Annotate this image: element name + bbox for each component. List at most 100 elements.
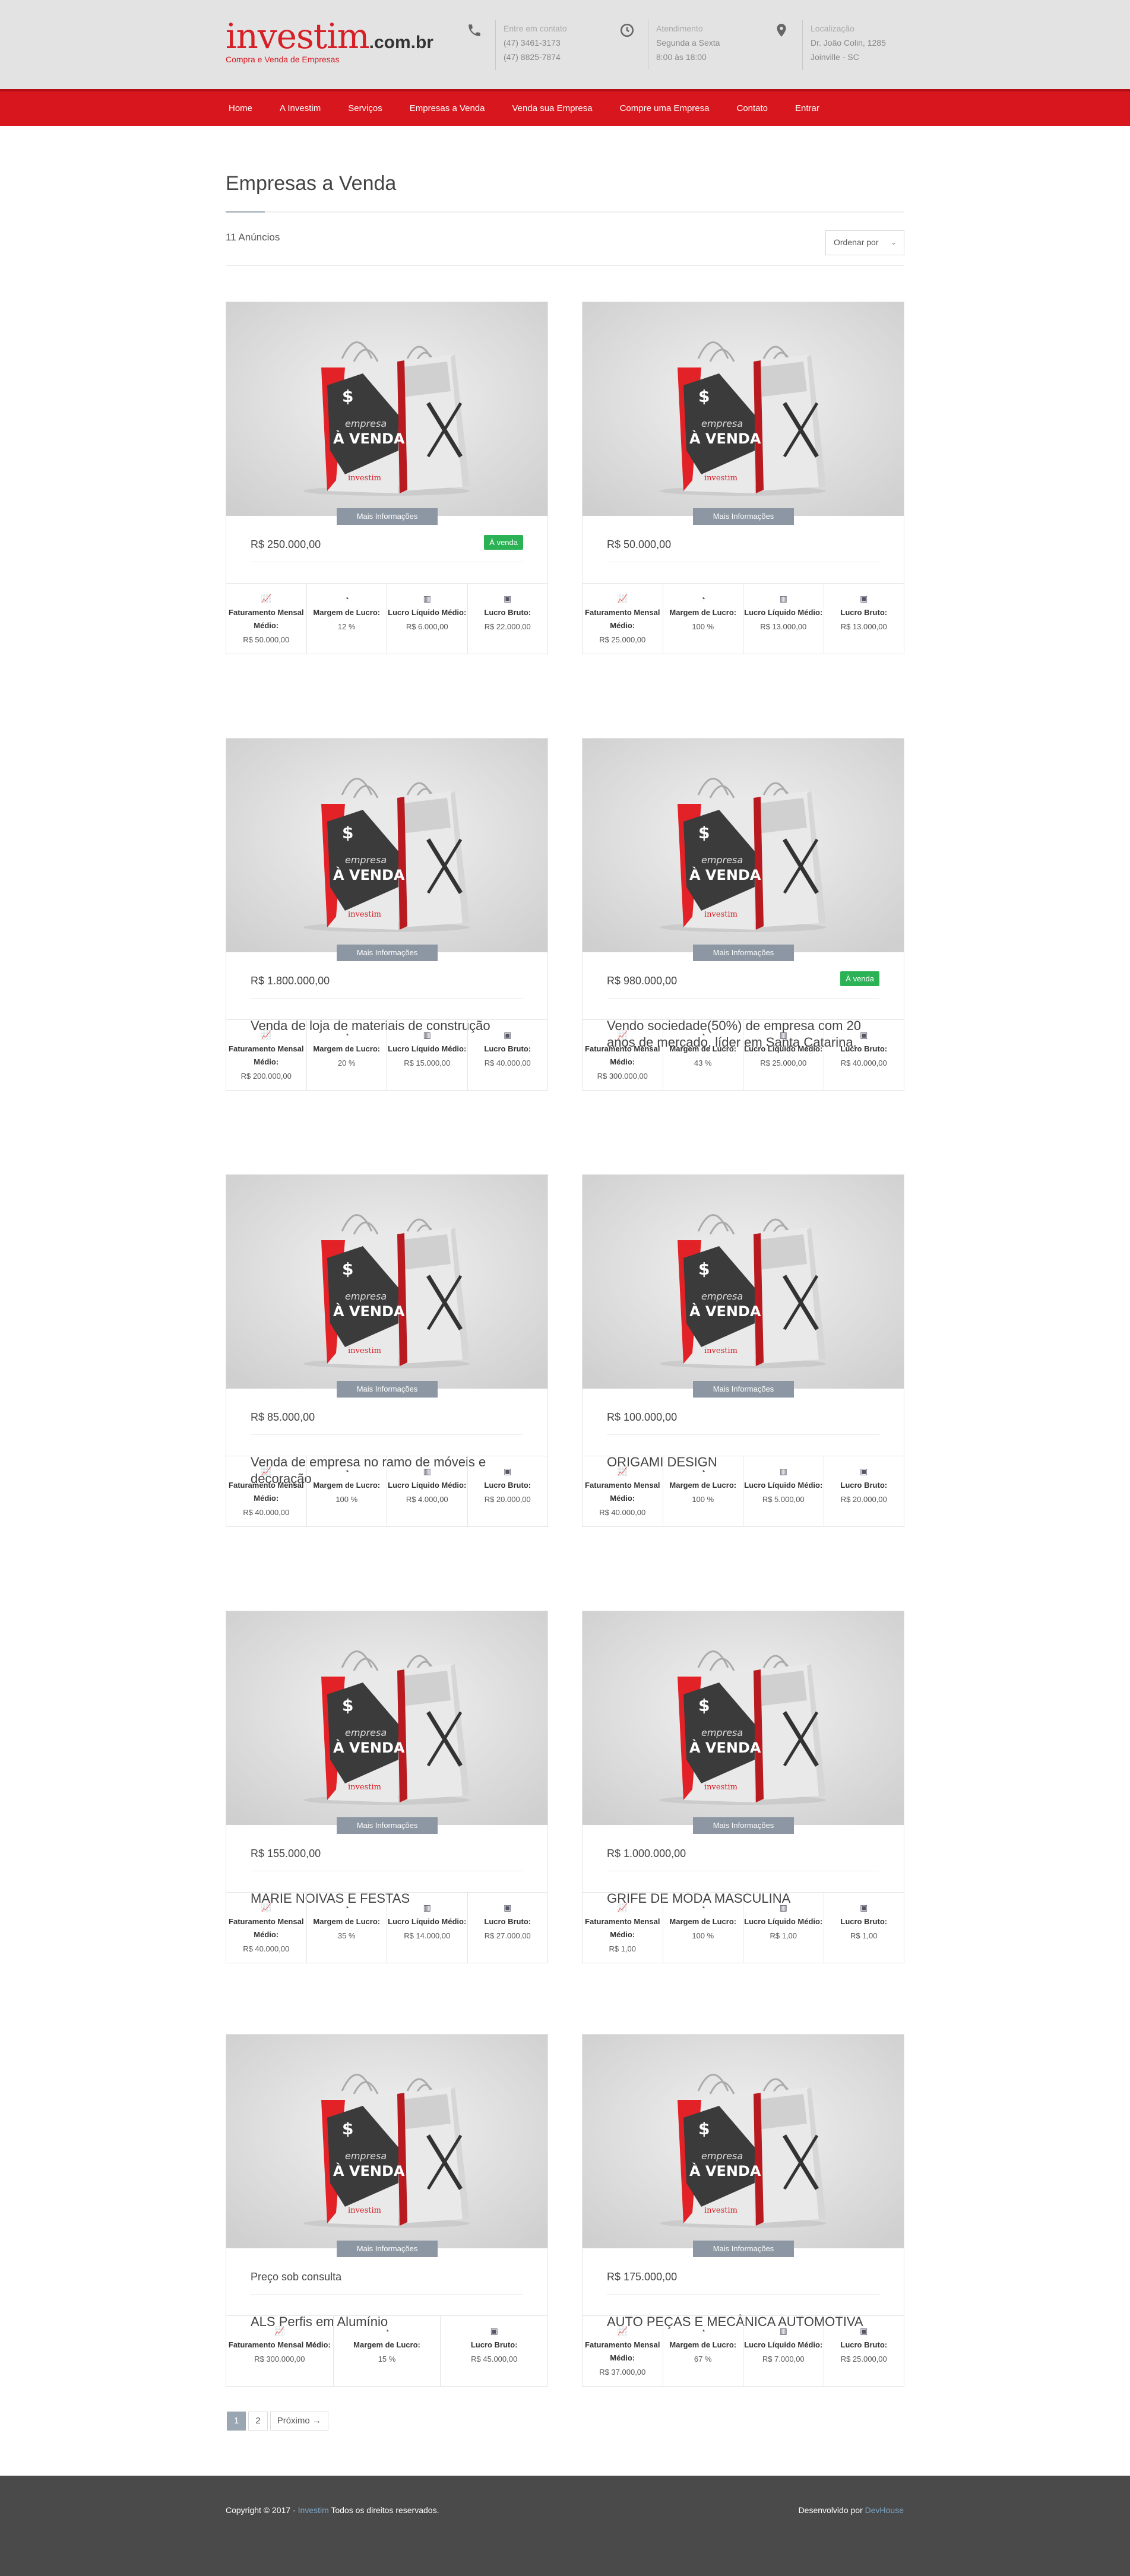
listing-card[interactable]: $ empresa À VENDA investim Mais Informaç… <box>582 1174 904 1527</box>
listing-image[interactable]: $ empresa À VENDA investim <box>583 2035 904 2248</box>
more-info-button[interactable]: Mais Informações <box>337 1381 438 1398</box>
more-info-button[interactable]: Mais Informações <box>693 945 794 961</box>
bar-chart-icon: ▥ <box>423 594 431 603</box>
nav-item[interactable]: Entrar <box>795 91 819 126</box>
nav-item[interactable]: Empresas a Venda <box>410 91 485 126</box>
stat-gross-profit: ▣ Lucro Bruto: R$ 25.000,00 <box>824 2316 904 2386</box>
divider <box>251 1434 523 1435</box>
site-logo[interactable]: investim.com.br Compra e Venda de Empres… <box>226 19 433 64</box>
stat-net-profit: ▥ Lucro Líquido Médio: R$ 13.000,00 <box>743 584 824 654</box>
pagination: 1 2 Próximo → <box>227 2412 331 2431</box>
listing-image[interactable]: $ empresa À VENDA investim <box>226 2035 547 2248</box>
nav-item[interactable]: Venda sua Empresa <box>512 91 593 126</box>
svg-text:investim: investim <box>348 474 381 483</box>
listing-card[interactable]: $ empresa À VENDA investim Mais Informaç… <box>226 1174 548 1527</box>
stat-value: 15 % <box>378 2355 396 2363</box>
bar-chart-icon: ▥ <box>779 2326 787 2336</box>
more-info-button[interactable]: Mais Informações <box>693 508 794 525</box>
divider <box>251 998 523 999</box>
stat-label: Faturamento Mensal Médio: <box>585 1044 660 1066</box>
info-divider <box>802 20 803 70</box>
svg-text:À VENDA: À VENDA <box>689 1303 761 1320</box>
developer-link[interactable]: DevHouse <box>865 2505 904 2515</box>
listing-image[interactable]: $ empresa À VENDA investim <box>583 739 904 952</box>
nav-item[interactable]: Serviços <box>348 91 382 126</box>
contact-phone-1[interactable]: (47) 3461-3173 <box>504 36 567 50</box>
stat-label: Margem de Lucro: <box>313 1917 381 1926</box>
contact-phone-2[interactable]: (47) 8825-7874 <box>504 50 567 64</box>
more-info-button[interactable]: Mais Informações <box>337 945 438 961</box>
stat-net-profit: ▥ Lucro Líquido Médio: R$ 6.000,00 <box>387 584 468 654</box>
stat-gross-profit: ▣ Lucro Bruto: R$ 20.000,00 <box>824 1456 904 1526</box>
money-icon: ▣ <box>504 1903 512 1912</box>
stat-label: Lucro Bruto: <box>484 1481 531 1490</box>
next-page-button[interactable]: Próximo → <box>270 2412 328 2431</box>
line-chart-icon: 📈 <box>617 1466 628 1476</box>
sort-select[interactable]: Ordenar por ⌄ <box>825 230 904 255</box>
listing-image[interactable]: $ empresa À VENDA investim <box>583 1611 904 1825</box>
stat-label: Faturamento Mensal Médio: <box>229 1917 304 1939</box>
hours-time: 8:00 às 18:00 <box>656 52 707 62</box>
nav-item[interactable]: Compre uma Empresa <box>620 91 710 126</box>
listing-stats: 📈 Faturamento Mensal Médio: R$ 25.000,00… <box>583 583 904 654</box>
stat-gross-profit: ▣ Lucro Bruto: R$ 22.000,00 <box>468 584 548 654</box>
stat-net-profit: ▥ Lucro Líquido Médio: R$ 5.000,00 <box>743 1456 824 1526</box>
footer-brand-link[interactable]: Investim <box>298 2505 329 2515</box>
stat-label: Lucro Líquido Médio: <box>744 608 823 617</box>
stat-revenue: 📈 Faturamento Mensal Médio: R$ 1,00 <box>583 1893 663 1963</box>
more-info-button[interactable]: Mais Informações <box>693 1381 794 1398</box>
more-info-button[interactable]: Mais Informações <box>693 2241 794 2257</box>
listing-card[interactable]: $ empresa À VENDA investim Mais Informaç… <box>226 1611 548 1963</box>
svg-text:investim: investim <box>704 474 737 483</box>
svg-text:$: $ <box>342 386 353 406</box>
svg-text:À VENDA: À VENDA <box>333 866 405 883</box>
stat-value: 20 % <box>337 1059 356 1067</box>
listing-card[interactable]: $ empresa À VENDA investim Mais Informaç… <box>582 738 904 1091</box>
listing-image[interactable]: $ empresa À VENDA investim <box>226 1611 547 1825</box>
listing-card[interactable]: $ empresa À VENDA investim Mais Informaç… <box>582 2034 904 2387</box>
nav-item[interactable]: Contato <box>736 91 768 126</box>
more-info-button[interactable]: Mais Informações <box>337 2241 438 2257</box>
listing-price: R$ 50.000,00 <box>607 538 672 550</box>
stat-label: Margem de Lucro: <box>313 608 381 617</box>
stat-value: R$ 13.000,00 <box>760 622 807 631</box>
listing-count: 11 Anúncios <box>226 232 280 243</box>
more-info-button[interactable]: Mais Informações <box>337 1817 438 1834</box>
money-icon: ▣ <box>504 1030 512 1040</box>
listing-image[interactable]: $ empresa À VENDA investim <box>226 1175 547 1389</box>
svg-text:empresa: empresa <box>701 418 743 429</box>
line-chart-icon: 📈 <box>617 594 628 603</box>
main-nav: Home A Investim Serviços Empresas a Venda Ve… <box>0 89 1130 126</box>
stat-label: Lucro Líquido Médio: <box>744 2340 823 2349</box>
stat-margin: ◔ Margem de Lucro: 100 % <box>307 1456 387 1526</box>
stat-value: R$ 15.000,00 <box>404 1059 451 1067</box>
stat-value: 100 % <box>692 1931 714 1940</box>
nav-item[interactable]: Home <box>229 91 252 126</box>
listing-image[interactable]: $ empresa À VENDA investim <box>583 1175 904 1389</box>
title-underline <box>226 211 904 213</box>
hours-label: Atendimento <box>656 24 703 33</box>
svg-text:empresa: empresa <box>701 1291 743 1302</box>
listing-image[interactable]: $ empresa À VENDA investim <box>226 739 547 952</box>
more-info-button[interactable]: Mais Informações <box>337 508 438 525</box>
listing-card[interactable]: $ empresa À VENDA investim Mais Informaç… <box>226 2034 548 2387</box>
listing-card[interactable]: $ empresa À VENDA investim Mais Informaç… <box>582 302 904 654</box>
bar-chart-icon: ▥ <box>779 1466 787 1476</box>
stat-value: R$ 22.000,00 <box>484 622 531 631</box>
listing-image[interactable]: $ empresa À VENDA investim <box>226 302 547 516</box>
listing-card[interactable]: $ empresa À VENDA investim Mais Informaç… <box>226 302 548 654</box>
stat-margin: ◔ Margem de Lucro: 100 % <box>663 1456 743 1526</box>
stat-value: R$ 1,00 <box>609 1944 637 1953</box>
nav-item[interactable]: A Investim <box>280 91 321 126</box>
logo-domain: .com.br <box>369 33 433 52</box>
listing-price: R$ 100.000,00 <box>607 1411 678 1423</box>
listing-card[interactable]: $ empresa À VENDA investim Mais Informaç… <box>226 738 548 1091</box>
svg-text:À VENDA: À VENDA <box>333 1739 405 1756</box>
stat-value: R$ 1,00 <box>770 1931 797 1940</box>
listing-image[interactable]: $ empresa À VENDA investim <box>583 302 904 516</box>
more-info-button[interactable]: Mais Informações <box>693 1817 794 1834</box>
listing-card[interactable]: $ empresa À VENDA investim Mais Informaç… <box>582 1611 904 1963</box>
stat-value: R$ 45.000,00 <box>471 2355 518 2363</box>
page-link[interactable]: 1 <box>227 2412 246 2431</box>
page-link[interactable]: 2 <box>248 2412 268 2431</box>
